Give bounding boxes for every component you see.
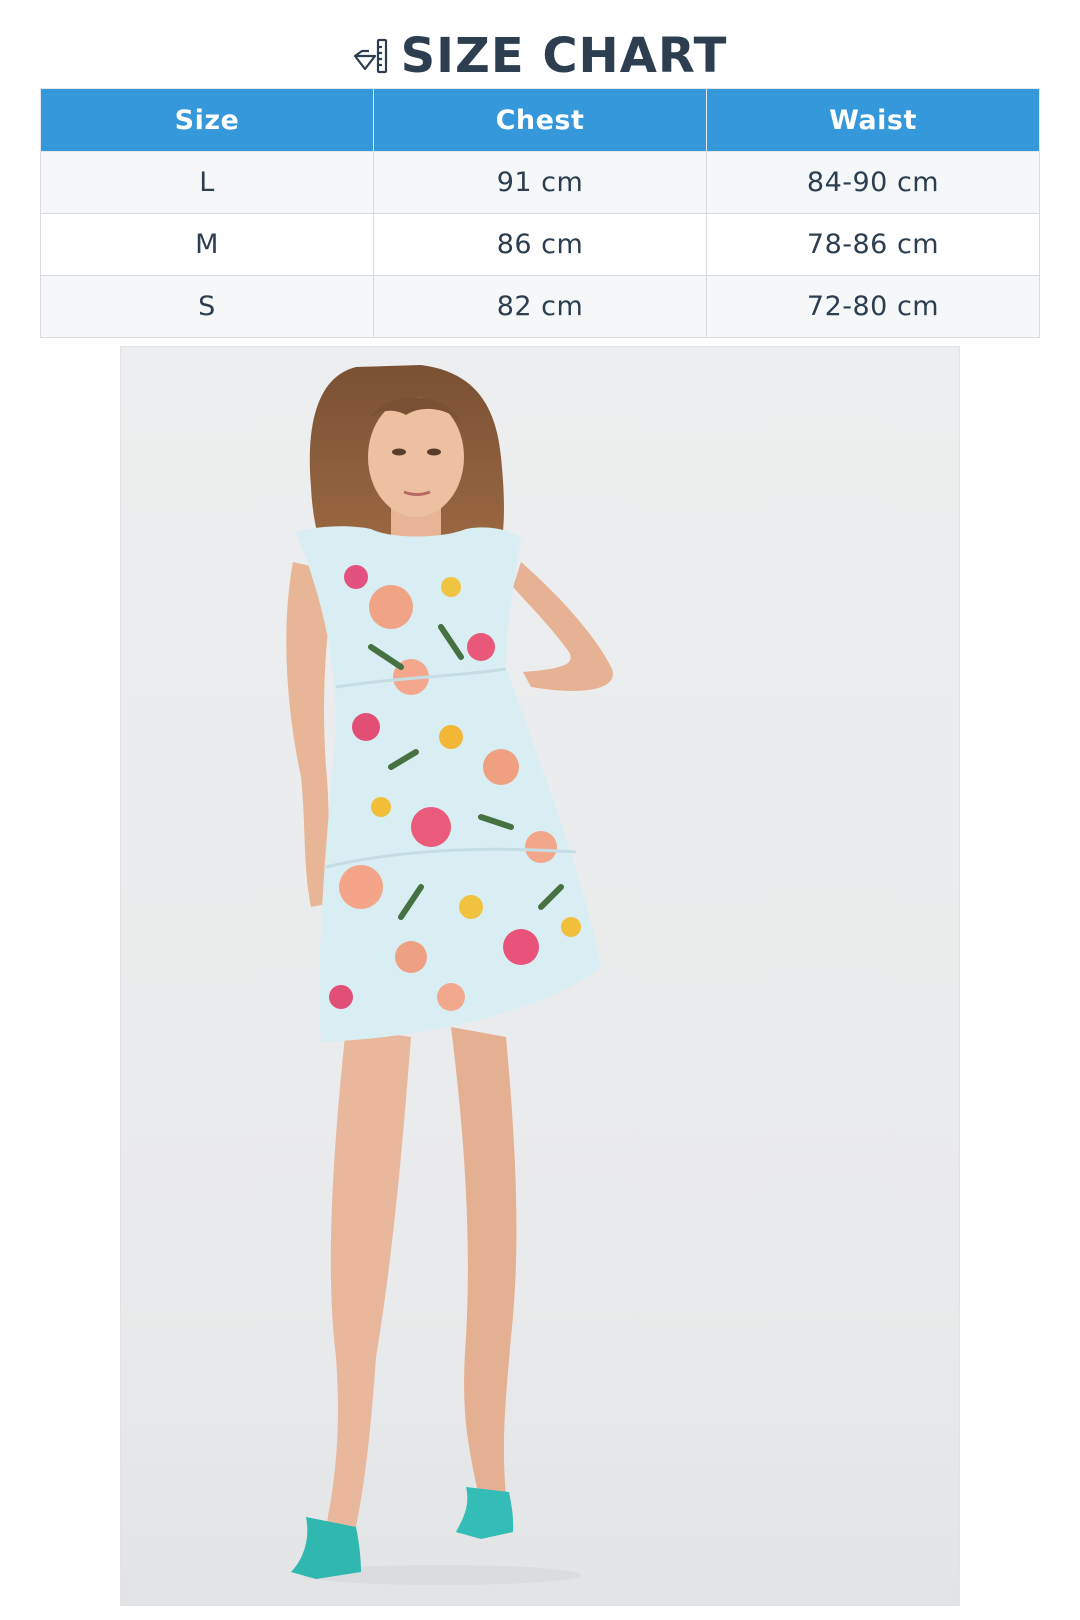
size-table: Size Chest Waist L 91 cm 84-90 cm M 86 c… (40, 88, 1040, 338)
page-title: SIZE CHART (0, 26, 1080, 86)
size-cell: M (40, 213, 374, 276)
waist-cell: 78-86 cm (706, 213, 1040, 276)
chest-cell: 91 cm (373, 151, 707, 214)
chest-cell: 82 cm (373, 275, 707, 338)
chest-cell: 86 cm (373, 213, 707, 276)
size-cell: L (40, 151, 374, 214)
table-row: S 82 cm 72-80 cm (40, 275, 1040, 338)
model-photo (121, 347, 959, 1605)
table-header-row: Size Chest Waist (40, 88, 1040, 152)
product-photo (120, 346, 960, 1606)
column-header-chest: Chest (373, 88, 707, 152)
column-header-size: Size (40, 88, 374, 152)
waist-cell: 72-80 cm (706, 275, 1040, 338)
table-row: M 86 cm 78-86 cm (40, 213, 1040, 276)
column-header-waist: Waist (706, 88, 1040, 152)
size-cell: S (40, 275, 374, 338)
table-row: L 91 cm 84-90 cm (40, 151, 1040, 214)
waist-cell: 84-90 cm (706, 151, 1040, 214)
size-chart-title: SIZE CHART (400, 28, 728, 84)
ruler-icon (353, 36, 389, 76)
